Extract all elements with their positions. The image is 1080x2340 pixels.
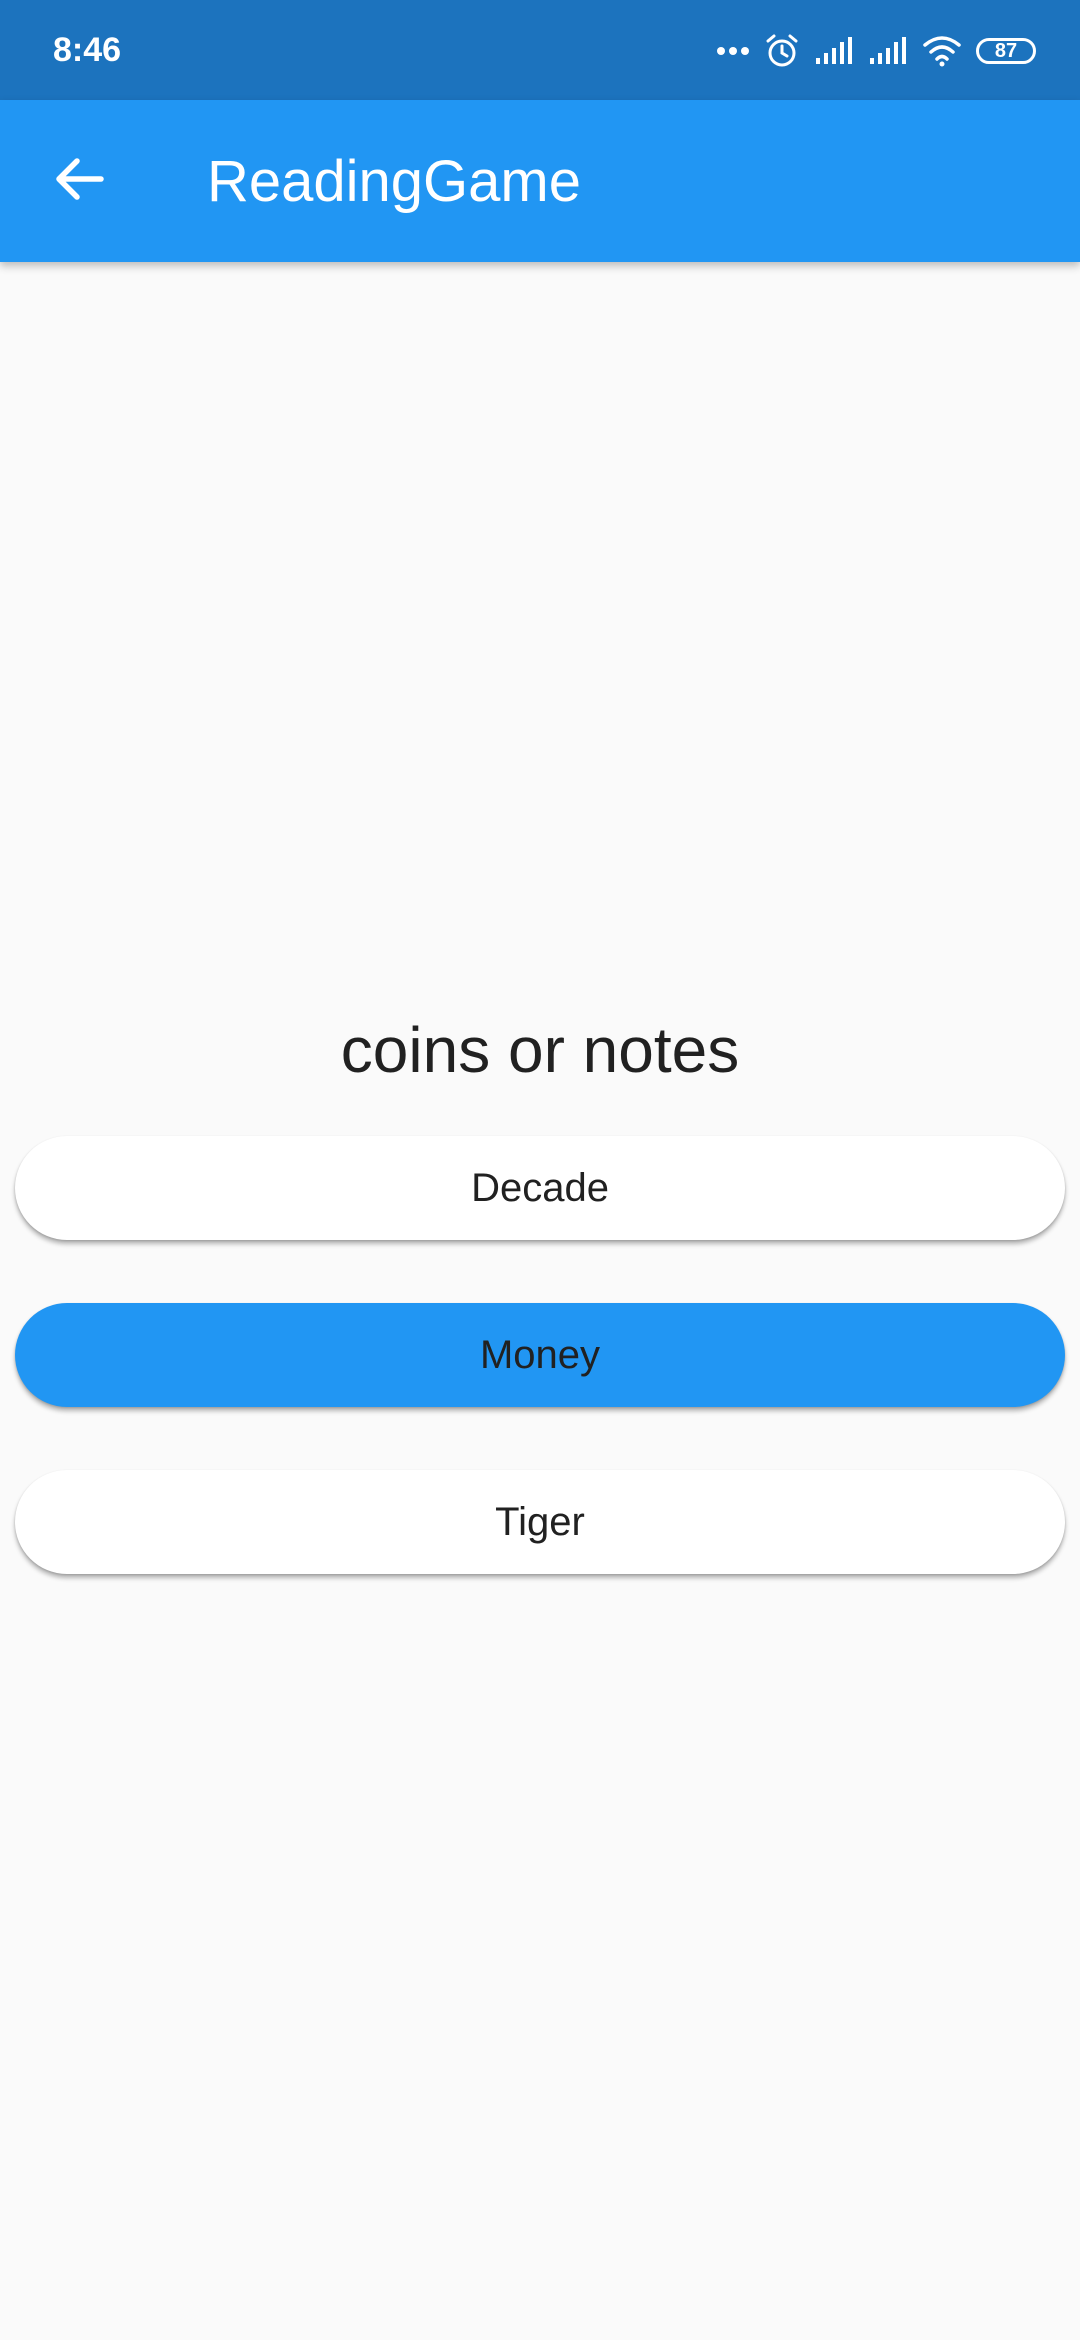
battery-level: 87 bbox=[994, 40, 1018, 62]
signal-icon bbox=[868, 36, 908, 66]
answer-option-label: Tiger bbox=[495, 1499, 585, 1544]
alarm-icon bbox=[764, 33, 800, 69]
back-button[interactable] bbox=[40, 141, 120, 221]
status-time: 8:46 bbox=[53, 31, 122, 69]
answer-option-tiger[interactable]: Tiger bbox=[15, 1470, 1065, 1574]
status-icons: 87 bbox=[716, 26, 1036, 76]
wifi-icon bbox=[922, 35, 962, 67]
battery-icon: 87 bbox=[976, 38, 1036, 64]
answer-option-decade[interactable]: Decade bbox=[15, 1136, 1065, 1240]
answer-option-label: Decade bbox=[471, 1165, 609, 1210]
page-title: ReadingGame bbox=[207, 149, 581, 214]
answer-option-money[interactable]: Money bbox=[15, 1303, 1065, 1407]
answer-option-label: Money bbox=[479, 1332, 601, 1377]
question-prompt: coins or notes bbox=[340, 1014, 740, 1086]
app-bar: ReadingGame bbox=[0, 100, 1080, 262]
more-dots-icon bbox=[716, 46, 750, 56]
signal-icon bbox=[814, 36, 854, 66]
status-bar: 8:46 87 bbox=[0, 0, 1080, 100]
arrow-back-icon bbox=[55, 157, 105, 206]
